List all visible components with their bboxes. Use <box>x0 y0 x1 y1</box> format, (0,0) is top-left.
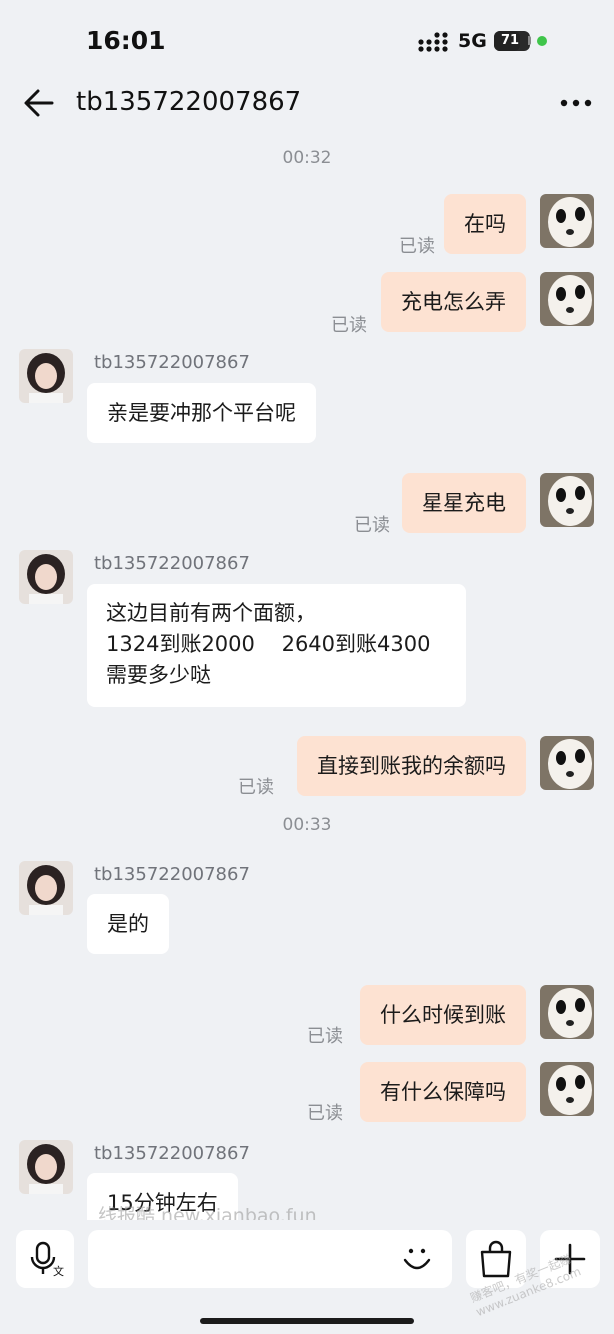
home-indicator <box>200 1318 414 1324</box>
read-receipt: 已读 <box>238 777 274 798</box>
avatar[interactable] <box>540 1062 594 1116</box>
message-line: 这边目前有两个面额， <box>106 601 316 625</box>
network-type: 5G <box>458 30 487 52</box>
cellular-signal-icon <box>418 32 448 52</box>
avatar[interactable] <box>19 861 73 915</box>
sender-name: tb135722007867 <box>94 553 250 574</box>
avatar[interactable] <box>540 473 594 527</box>
message-bubble[interactable]: 有什么保障吗 <box>360 1062 526 1122</box>
avatar[interactable] <box>540 736 594 790</box>
status-time: 16:01 <box>86 26 166 55</box>
avatar[interactable] <box>540 985 594 1039</box>
voice-button[interactable]: 文 <box>16 1230 74 1288</box>
timestamp: 00:32 <box>282 148 332 168</box>
sender-name: tb135722007867 <box>94 864 250 885</box>
sender-name: tb135722007867 <box>94 352 250 373</box>
battery-level: 71 <box>500 33 520 48</box>
message-bubble[interactable]: 是的 <box>87 894 169 954</box>
chat-title: tb135722007867 <box>76 87 302 117</box>
message-bubble[interactable]: 什么时候到账 <box>360 985 526 1045</box>
privacy-indicator-dot <box>537 36 547 46</box>
read-receipt: 已读 <box>399 236 435 257</box>
sender-name: tb135722007867 <box>94 1143 250 1164</box>
read-receipt: 已读 <box>307 1026 343 1047</box>
svg-text:文: 文 <box>53 1264 64 1278</box>
message-bubble[interactable]: 充电怎么弄 <box>381 272 526 332</box>
more-dots-icon[interactable] <box>560 98 592 108</box>
message-bubble[interactable]: 直接到账我的余额吗 <box>297 736 526 796</box>
timestamp: 00:33 <box>282 815 332 835</box>
message-bubble[interactable]: 这边目前有两个面额， 1324到账2000 2640到账4300 需要多少哒 <box>87 584 466 707</box>
microphone-translate-icon: 文 <box>30 1241 64 1278</box>
read-receipt: 已读 <box>331 315 367 336</box>
message-bubble[interactable]: 星星充电 <box>402 473 526 533</box>
message-bubble[interactable]: 亲是要冲那个平台呢 <box>87 383 316 443</box>
avatar[interactable] <box>19 1140 73 1194</box>
avatar[interactable] <box>540 272 594 326</box>
battery-cap <box>528 36 531 45</box>
arrow-left-icon[interactable] <box>22 86 56 120</box>
status-bar: 16:01 5G 71 <box>0 0 614 80</box>
avatar[interactable] <box>540 194 594 248</box>
chat-header: tb135722007867 <box>0 80 614 130</box>
read-receipt: 已读 <box>307 1103 343 1124</box>
avatar[interactable] <box>19 550 73 604</box>
message-line: 需要多少哒 <box>106 663 211 687</box>
message-bubble[interactable]: 在吗 <box>444 194 526 254</box>
message-input[interactable] <box>88 1230 452 1288</box>
read-receipt: 已读 <box>354 515 390 536</box>
message-line: 1324到账2000 2640到账4300 <box>106 632 431 656</box>
smiley-icon[interactable] <box>400 1242 434 1276</box>
avatar[interactable] <box>19 349 73 403</box>
battery-icon: 71 <box>494 31 530 51</box>
